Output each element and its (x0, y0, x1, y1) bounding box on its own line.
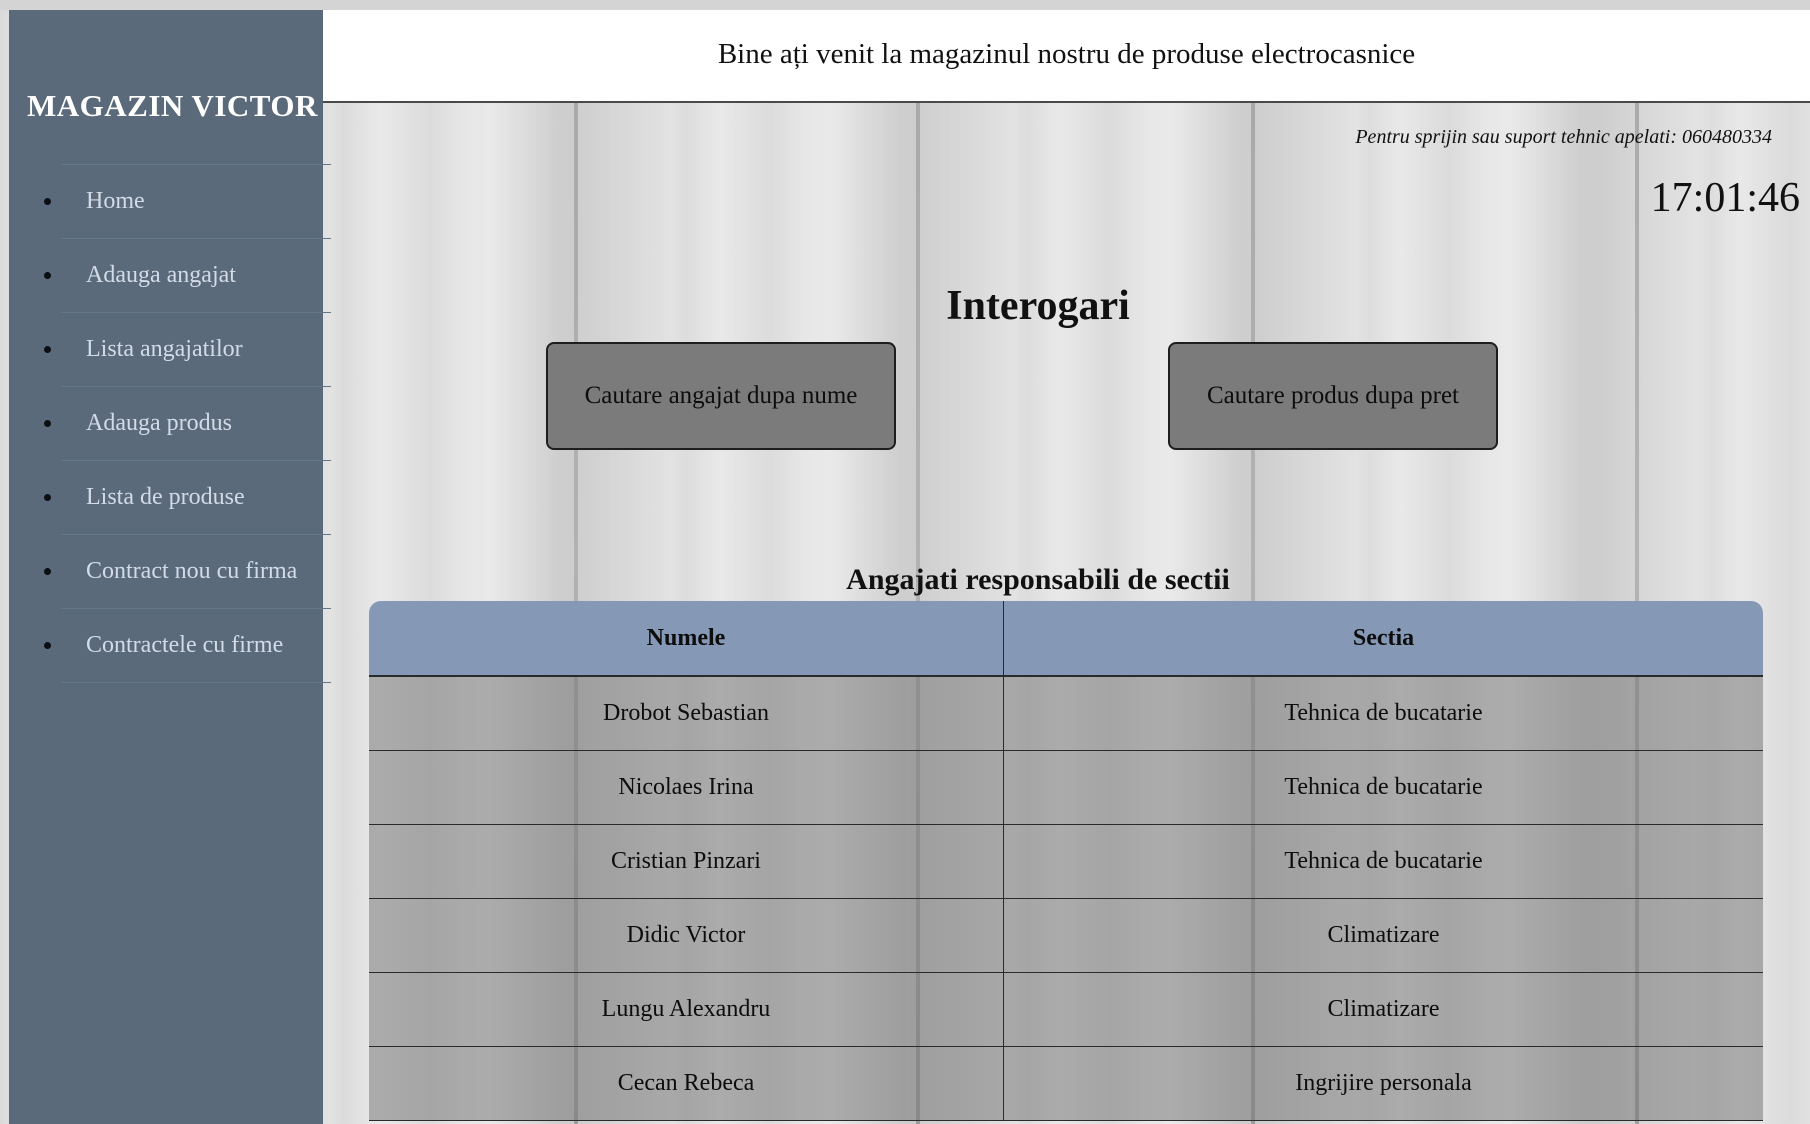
cell-section: Tehnica de bucatarie (1003, 676, 1763, 751)
bullet-icon (44, 198, 51, 205)
bullet-icon (44, 420, 51, 427)
bullet-icon (44, 568, 51, 575)
employees-table: Numele Sectia Drobot Sebastian Tehnica d… (369, 601, 1763, 1121)
cell-name: Drobot Sebastian (369, 676, 1004, 751)
brand-title: MAGAZIN VICTOR (27, 88, 318, 123)
cell-section: Climatizare (1003, 898, 1763, 973)
sidebar-nav: Home Adauga angajat Lista angajatilor Ad… (44, 164, 331, 683)
sidebar-item-label[interactable]: Adauga produs (86, 410, 232, 437)
sidebar-item-label[interactable]: Contractele cu firme (86, 632, 283, 659)
cell-section: Ingrijire personala (1003, 1046, 1763, 1121)
sidebar-item-lista-angajatilor[interactable]: Lista angajatilor (44, 312, 331, 386)
table-row: Cristian Pinzari Tehnica de bucatarie (369, 824, 1763, 899)
column-header-numele: Numele (369, 601, 1004, 677)
cell-name: Lungu Alexandru (369, 972, 1004, 1047)
clock: 17:01:46 (1650, 175, 1800, 221)
page-header: Bine ați venit la magazinul nostru de pr… (323, 10, 1810, 103)
sidebar-item-lista-produse[interactable]: Lista de produse (44, 460, 331, 534)
table-row: Nicolaes Irina Tehnica de bucatarie (369, 750, 1763, 825)
cell-section: Tehnica de bucatarie (1003, 750, 1763, 825)
cell-name: Cristian Pinzari (369, 824, 1004, 899)
bullet-icon (44, 494, 51, 501)
sidebar-item-contractele[interactable]: Contractele cu firme (44, 608, 331, 683)
sidebar-item-home[interactable]: Home (44, 164, 331, 238)
table-header-row: Numele Sectia (369, 601, 1763, 677)
sidebar-item-adauga-angajat[interactable]: Adauga angajat (44, 238, 331, 312)
table-title: Angajati responsabili de sectii (846, 562, 1230, 596)
cell-name: Didic Victor (369, 898, 1004, 973)
bullet-icon (44, 642, 51, 649)
welcome-title: Bine ați venit la magazinul nostru de pr… (717, 38, 1416, 70)
column-header-sectia: Sectia (1003, 601, 1763, 677)
sidebar-item-label[interactable]: Contract nou cu firma (86, 558, 297, 585)
table-row: Didic Victor Climatizare (369, 898, 1763, 973)
sidebar-item-label[interactable]: Adauga angajat (86, 262, 236, 289)
table-row: Lungu Alexandru Climatizare (369, 972, 1763, 1047)
page-title: Interogari (946, 283, 1130, 330)
support-text: Pentru sprijin sau suport tehnic apelati… (1355, 126, 1772, 148)
search-employee-button[interactable]: Cautare angajat dupa nume (546, 342, 896, 450)
sidebar: MAGAZIN VICTOR Home Adauga angajat Lista… (9, 10, 331, 1124)
sidebar-item-label[interactable]: Home (86, 188, 145, 215)
top-strip (0, 0, 1810, 10)
sidebar-item-label[interactable]: Lista de produse (86, 484, 245, 511)
cell-name: Cecan Rebeca (369, 1046, 1004, 1121)
search-product-button[interactable]: Cautare produs dupa pret (1168, 342, 1498, 450)
bullet-icon (44, 346, 51, 353)
cell-section: Tehnica de bucatarie (1003, 824, 1763, 899)
table-row: Cecan Rebeca Ingrijire personala (369, 1046, 1763, 1121)
table-row: Drobot Sebastian Tehnica de bucatarie (369, 676, 1763, 751)
bullet-icon (44, 272, 51, 279)
sidebar-item-contract-nou[interactable]: Contract nou cu firma (44, 534, 331, 608)
cell-name: Nicolaes Irina (369, 750, 1004, 825)
sidebar-item-adauga-produs[interactable]: Adauga produs (44, 386, 331, 460)
sidebar-item-label[interactable]: Lista angajatilor (86, 336, 243, 363)
cell-section: Climatizare (1003, 972, 1763, 1047)
